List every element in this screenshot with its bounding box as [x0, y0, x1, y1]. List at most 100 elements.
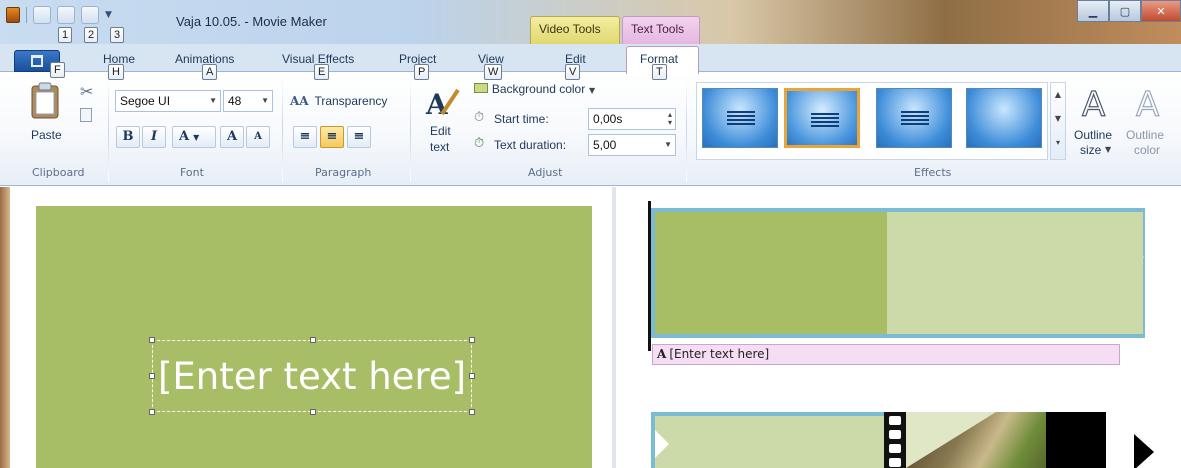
keytip-qat-3: 3	[110, 27, 125, 43]
align-center-button[interactable]: ≡	[320, 126, 344, 148]
maximize-button[interactable]: ▢	[1109, 0, 1141, 22]
resize-handle[interactable]	[149, 337, 155, 343]
qat-separator	[26, 7, 27, 23]
keytip-view: W	[484, 64, 503, 80]
start-time-label: Start time:	[494, 112, 549, 126]
keytip-file: F	[50, 62, 65, 78]
align-left-button[interactable]: ≡	[293, 126, 317, 148]
effect-lines-icon	[811, 113, 839, 127]
sprocket-hole	[889, 444, 901, 453]
storyboard-clip-1[interactable]	[651, 208, 1145, 338]
transparency-button[interactable]: AA Transparency	[290, 94, 387, 108]
preview-monitor[interactable]: [Enter text here]	[36, 206, 592, 468]
keytip-home: H	[108, 64, 124, 80]
chevron-down-icon: ▼	[261, 96, 269, 105]
text-duration-value: 5,00	[593, 138, 617, 152]
sprocket-hole	[889, 458, 901, 467]
resize-handle[interactable]	[149, 373, 155, 379]
paint-bucket-icon	[474, 83, 488, 93]
background-color-button[interactable]: Background color ▼	[474, 82, 595, 96]
copy-icon[interactable]	[80, 108, 92, 122]
effect-lines-icon	[727, 111, 755, 125]
bold-button[interactable]: B	[116, 126, 140, 148]
chevron-down-icon: ▼	[589, 86, 596, 95]
clip-end-arrow	[1134, 434, 1154, 468]
sprocket-hole	[889, 416, 901, 425]
font-size-combo[interactable]: 48 ▼	[223, 90, 273, 112]
font-color-button[interactable]: A ▼	[172, 126, 216, 148]
stopwatch-icon: ⏱	[474, 110, 485, 125]
effect-thumbnail-1[interactable]	[702, 88, 778, 148]
redo-icon[interactable]	[81, 6, 99, 24]
outline-size-label-2: size	[1080, 143, 1102, 157]
italic-button[interactable]: I	[142, 126, 166, 148]
gallery-scroll[interactable]: ▲ ▼ ▾	[1050, 82, 1066, 160]
grow-font-button[interactable]: A	[220, 126, 244, 148]
font-group-label: Font	[180, 166, 204, 179]
resize-handle[interactable]	[310, 409, 316, 415]
app-icon[interactable]	[6, 7, 20, 23]
paste-button[interactable]	[26, 82, 64, 128]
edit-text-label-2: text	[430, 140, 450, 154]
ribbon: Paste ✂ Clipboard Segoe UI ▼ 48 ▼ B I A ▼ A…	[0, 72, 1181, 186]
chevron-down-icon: ▼	[1105, 145, 1112, 154]
keytip-edit: V	[565, 64, 581, 80]
undo-icon[interactable]	[57, 6, 75, 24]
clipboard-group-label: Clipboard	[32, 166, 85, 179]
align-right-button[interactable]: ≡	[347, 126, 371, 148]
transition-arrow-icon	[655, 430, 669, 458]
start-time-spinner[interactable]: 0,00s ▴ ▾	[588, 108, 676, 130]
outline-color-button: A Outline color	[1126, 82, 1178, 168]
save-icon[interactable]	[33, 6, 51, 24]
minimize-button[interactable]: ▁	[1077, 0, 1109, 22]
spinner-arrows-icon[interactable]: ▴ ▾	[668, 111, 672, 127]
group-separator	[410, 78, 411, 182]
title-bar: ▼ Vaja 10.05. - Movie Maker Video Tools …	[0, 0, 1181, 44]
effect-thumbnail-4[interactable]	[966, 88, 1042, 148]
qat-dropdown-icon[interactable]: ▼	[105, 10, 112, 20]
close-button[interactable]: ✕	[1141, 0, 1181, 22]
outline-size-button[interactable]: A Outline size ▼	[1072, 82, 1118, 168]
transparency-label: Transparency	[314, 94, 388, 108]
resize-handle[interactable]	[310, 337, 316, 343]
resize-handle[interactable]	[469, 409, 475, 415]
svg-text:A: A	[1082, 85, 1105, 122]
effect-thumbnail-3[interactable]	[876, 88, 952, 148]
filmstrip-border	[884, 412, 906, 468]
caption-track-item[interactable]: A [Enter text here]	[652, 344, 1120, 365]
resize-handle[interactable]	[469, 373, 475, 379]
storyboard-pane: A [Enter text here]	[616, 187, 1181, 468]
window-edge	[0, 187, 10, 468]
text-duration-label: Text duration:	[494, 138, 567, 152]
keytip-animations: A	[202, 64, 218, 80]
edit-text-button[interactable]: A Edit text	[422, 86, 462, 156]
caption-text-box[interactable]: [Enter text here]	[149, 337, 475, 415]
font-family-combo[interactable]: Segoe UI ▼	[115, 90, 221, 112]
font-size-value: 48	[228, 94, 242, 108]
preview-caption-text[interactable]: [Enter text here]	[153, 341, 471, 411]
effect-lines-icon	[901, 111, 929, 125]
title-clip-frame	[655, 212, 887, 334]
storyboard-clip-3-photo[interactable]	[906, 412, 1106, 468]
playhead-marker[interactable]	[648, 201, 651, 351]
outline-size-label-1: Outline	[1074, 128, 1113, 142]
keytip-qat-1: 1	[58, 27, 73, 43]
group-separator	[108, 78, 109, 182]
clip-end-arrow	[1120, 223, 1144, 291]
file-menu-icon	[31, 55, 43, 67]
window-controls: ▁ ▢ ✕	[1077, 0, 1181, 22]
shrink-font-button[interactable]: A	[246, 126, 270, 148]
resize-handle[interactable]	[469, 337, 475, 343]
keytip-format: T	[652, 64, 667, 80]
resize-handle[interactable]	[149, 409, 155, 415]
caption-track-text: [Enter text here]	[669, 347, 770, 361]
chevron-down-icon: ▼	[193, 132, 200, 142]
effect-thumbnail-2-selected[interactable]	[784, 88, 860, 148]
quick-access-toolbar: ▼	[6, 6, 112, 24]
chevron-down-icon: ▼	[209, 96, 217, 105]
transition-wipe	[906, 412, 996, 468]
text-duration-combo[interactable]: 5,00 ▼	[588, 134, 676, 156]
cut-icon[interactable]: ✂	[80, 82, 93, 101]
photo-dark-area	[1046, 412, 1106, 468]
storyboard-clip-2[interactable]	[651, 412, 891, 468]
